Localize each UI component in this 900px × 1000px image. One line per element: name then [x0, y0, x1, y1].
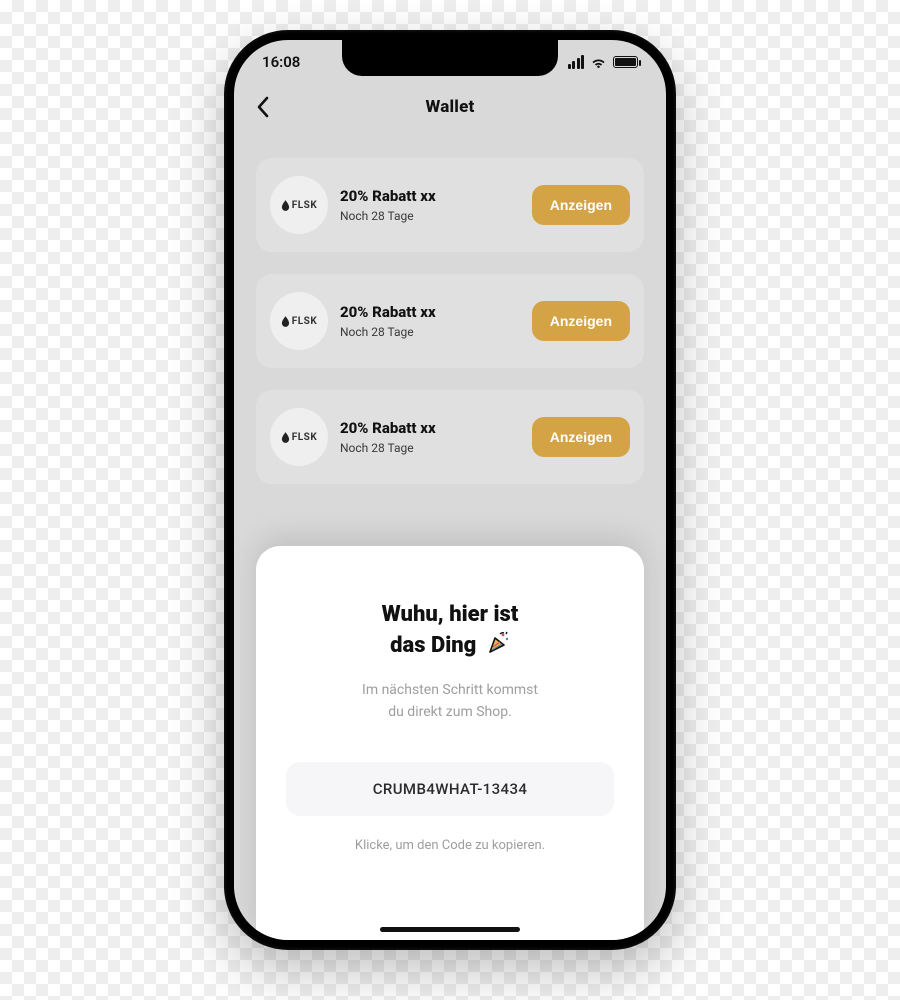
- phone-frame: 16:08 Wallet: [224, 30, 676, 950]
- battery-icon: [613, 56, 638, 68]
- coupon-card: FLSK 20% Rabatt xx Noch 28 Tage Anzeigen: [256, 390, 644, 484]
- brand-name: FLSK: [292, 432, 317, 443]
- brand-logo: FLSK: [270, 292, 328, 350]
- coupon-expiry: Noch 28 Tage: [340, 325, 520, 339]
- status-time: 16:08: [262, 53, 300, 71]
- cellular-icon: [568, 55, 585, 69]
- coupon-expiry: Noch 28 Tage: [340, 209, 520, 223]
- coupon-title: 20% Rabatt xx: [340, 419, 520, 437]
- copy-hint: Klicke, um den Code zu kopieren.: [286, 838, 614, 853]
- coupon-text: 20% Rabatt xx Noch 28 Tage: [340, 303, 520, 339]
- coupon-list: FLSK 20% Rabatt xx Noch 28 Tage Anzeigen…: [234, 130, 666, 484]
- coupon-text: 20% Rabatt xx Noch 28 Tage: [340, 187, 520, 223]
- modal-subtitle: Im nächsten Schritt kommst du direkt zum…: [286, 680, 614, 723]
- modal-title-line1: Wuhu, hier ist: [382, 602, 519, 627]
- home-indicator[interactable]: [380, 927, 520, 932]
- show-coupon-button[interactable]: Anzeigen: [532, 185, 630, 225]
- wifi-icon: [590, 56, 607, 69]
- modal-sub-line1: Im nächsten Schritt kommst: [362, 682, 538, 698]
- modal-title: Wuhu, hier ist das Ding: [286, 600, 614, 662]
- phone-notch: [342, 40, 558, 76]
- coupon-title: 20% Rabatt xx: [340, 303, 520, 321]
- brand-name: FLSK: [292, 316, 317, 327]
- page-title: Wallet: [425, 97, 474, 117]
- back-button[interactable]: [256, 96, 270, 118]
- show-coupon-button[interactable]: Anzeigen: [532, 417, 630, 457]
- coupon-expiry: Noch 28 Tage: [340, 441, 520, 455]
- brand-name: FLSK: [292, 200, 317, 211]
- party-popper-icon: [486, 630, 510, 663]
- brand-logo: FLSK: [270, 408, 328, 466]
- show-coupon-button[interactable]: Anzeigen: [532, 301, 630, 341]
- modal-title-line2: das Ding: [390, 633, 476, 658]
- promo-code-field[interactable]: CRUMB4WHAT-13434: [286, 762, 614, 816]
- coupon-card: FLSK 20% Rabatt xx Noch 28 Tage Anzeigen: [256, 274, 644, 368]
- coupon-title: 20% Rabatt xx: [340, 187, 520, 205]
- coupon-card: FLSK 20% Rabatt xx Noch 28 Tage Anzeigen: [256, 158, 644, 252]
- nav-bar: Wallet: [234, 84, 666, 130]
- coupon-text: 20% Rabatt xx Noch 28 Tage: [340, 419, 520, 455]
- code-modal: Wuhu, hier ist das Ding Im nächsten Sch: [256, 546, 644, 940]
- brand-logo: FLSK: [270, 176, 328, 234]
- phone-screen: 16:08 Wallet: [234, 40, 666, 940]
- status-indicators: [568, 55, 639, 69]
- modal-sub-line2: du direkt zum Shop.: [388, 704, 512, 720]
